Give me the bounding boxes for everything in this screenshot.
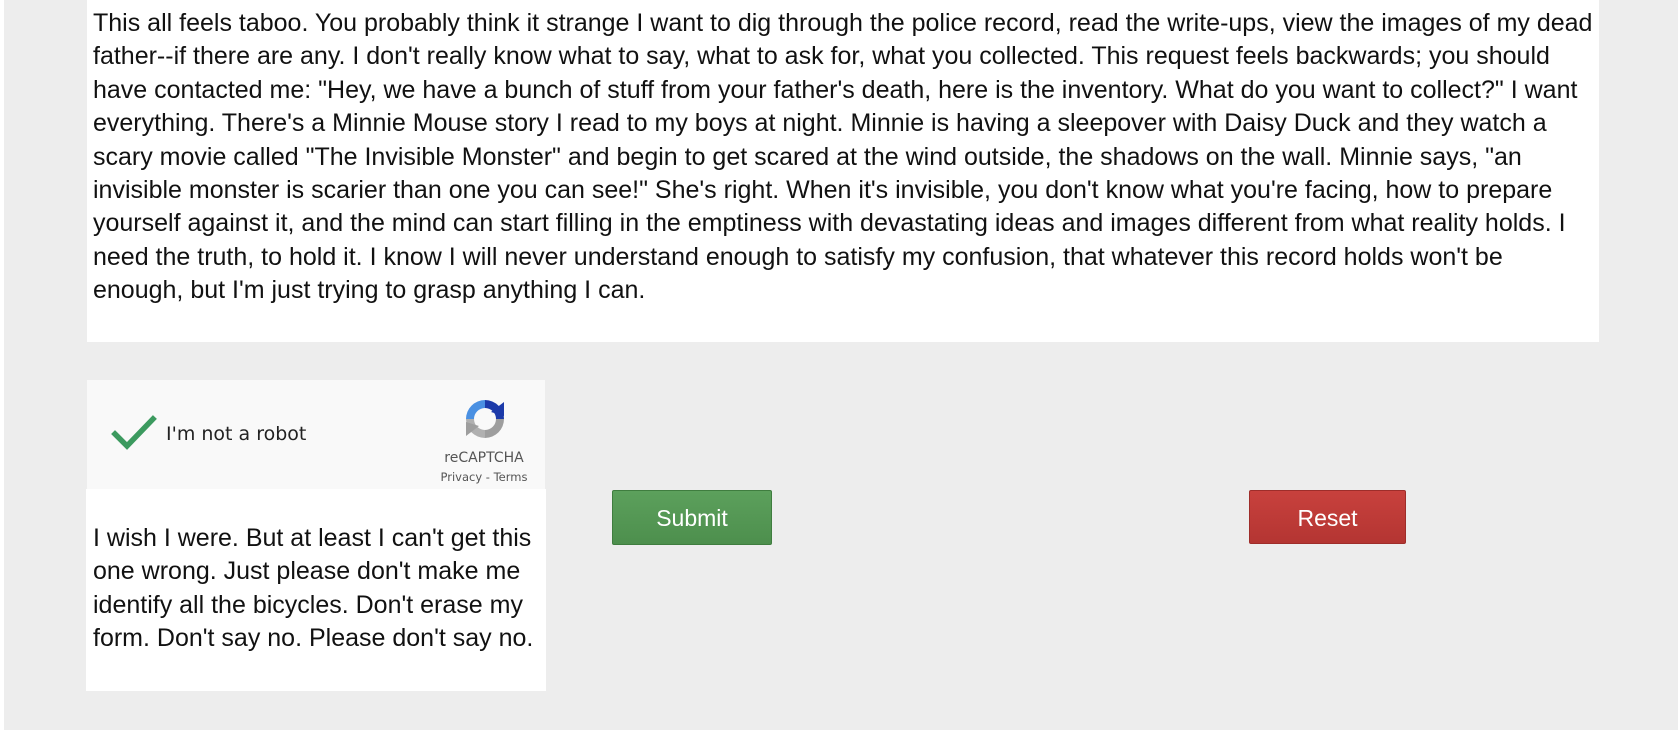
links-separator: - (482, 470, 494, 484)
captcha-note-text: I wish I were. But at least I can't get … (86, 489, 546, 691)
privacy-link[interactable]: Privacy (441, 470, 483, 484)
recaptcha-brand: reCAPTCHA (444, 450, 524, 466)
recaptcha-links: Privacy - Terms (422, 470, 546, 484)
recaptcha-label: I'm not a robot (166, 423, 307, 445)
recaptcha-widget[interactable]: I'm not a robot reCAPTCHA Privacy - Term… (87, 380, 545, 489)
submit-button[interactable]: Submit (612, 490, 772, 545)
checkmark-icon[interactable] (111, 414, 157, 452)
terms-link[interactable]: Terms (494, 470, 528, 484)
essay-text: This all feels taboo. You probably think… (87, 0, 1599, 342)
recaptcha-logo-icon (466, 400, 504, 438)
reset-button[interactable]: Reset (1249, 490, 1406, 544)
